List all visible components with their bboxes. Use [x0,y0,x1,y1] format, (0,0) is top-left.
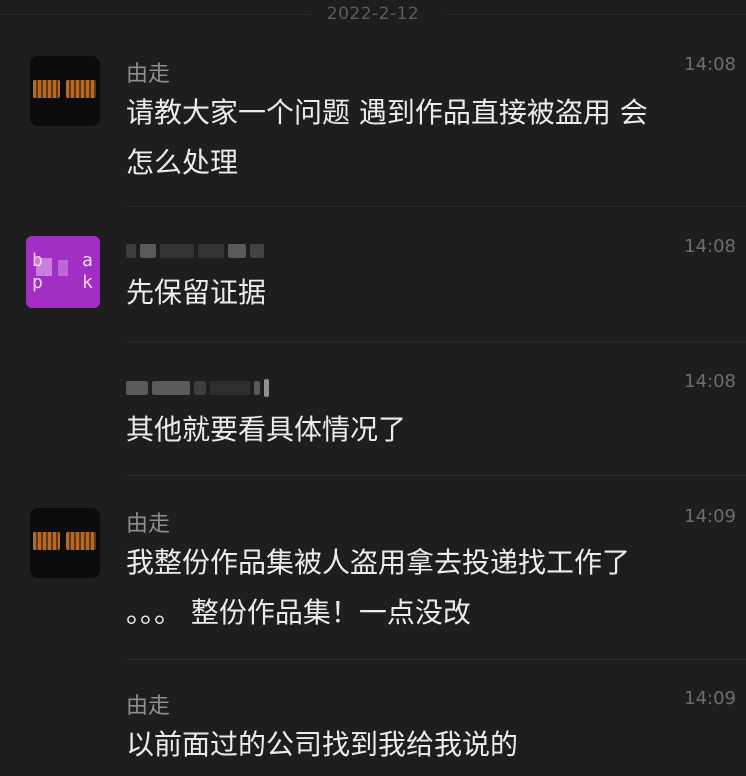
sender-name[interactable]: 由走 [126,506,170,538]
message-divider [126,341,746,342]
date-divider: 2022-2-12 [0,0,746,30]
user-avatar-dark-icon[interactable] [30,56,100,126]
sender-name-masked[interactable] [126,243,264,259]
date-label: 2022-2-12 [326,4,420,24]
message-divider [126,659,746,660]
message-text: 以前面过的公司找到我给我说的 [126,728,519,761]
message-time: 14:08 [684,371,736,392]
message-time: 14:08 [684,54,736,75]
message-time: 14:09 [684,688,736,709]
message-divider [126,475,746,476]
message-text: 其他就要看具体情况了 [126,413,407,446]
sender-name-masked[interactable] [126,379,269,397]
message-text: 先保留证据 [126,276,267,309]
user-avatar-purple-icon[interactable]: b a k p [26,236,100,308]
sender-name[interactable]: 由走 [126,56,170,88]
message-time: 14:08 [684,236,736,257]
message-text: 请教大家一个问题 遇到作品直接被盗用 会 怎么处理 [126,96,648,179]
user-avatar-dark-icon[interactable] [30,508,100,578]
sender-name[interactable]: 由走 [126,688,170,720]
message-divider [126,206,746,207]
message-text: 我整份作品集被人盗用拿去投递找工作了 。。。 整份作品集！一点没改 [126,546,631,629]
message-time: 14:09 [684,506,736,527]
